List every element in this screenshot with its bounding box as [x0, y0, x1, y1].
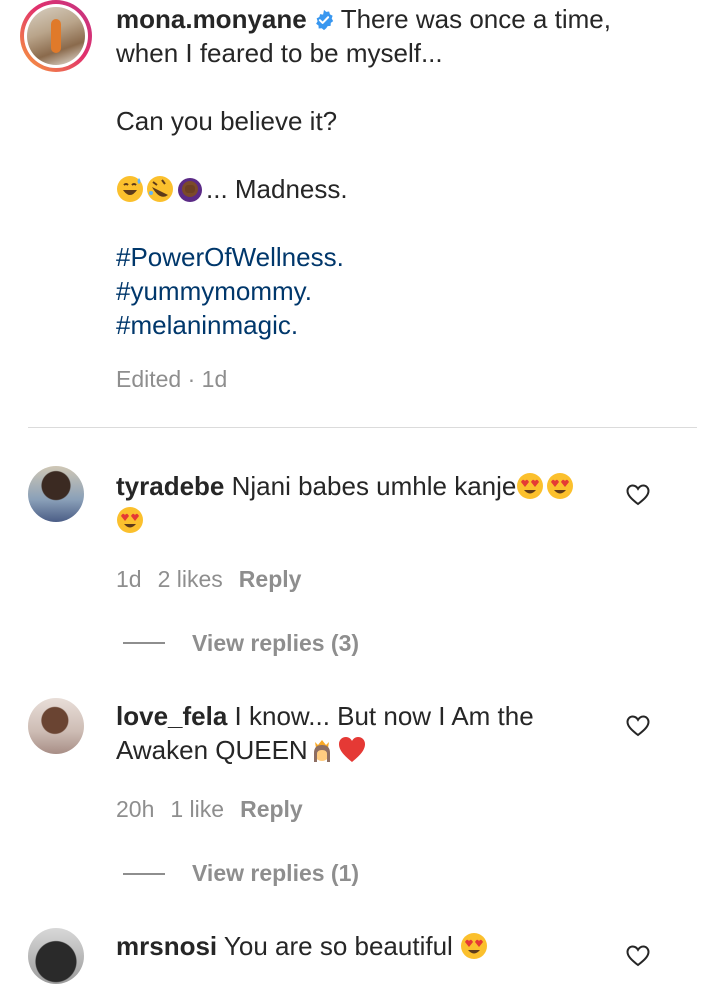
- heart-eyes-emoji-icon: [517, 473, 544, 499]
- comment-username[interactable]: mrsnosi: [116, 931, 217, 961]
- heart-eyes-emoji-icon: [461, 933, 488, 959]
- red-heart-emoji-icon: [338, 737, 365, 762]
- comment-likes[interactable]: 1 like: [170, 796, 224, 822]
- queen-emoji-icon: [313, 740, 330, 762]
- divider: [28, 427, 697, 428]
- verified-badge-icon: [315, 9, 333, 31]
- view-replies-button[interactable]: View replies (3): [192, 630, 359, 657]
- comment-text: Awaken QUEEN: [116, 735, 308, 765]
- comment-text: You are so beautiful: [223, 931, 453, 961]
- caption-line: Can you believe it?: [116, 106, 338, 136]
- caption-line: when I feared to be myself...: [116, 38, 443, 68]
- comment-meta: 20h 1 like Reply: [116, 796, 319, 823]
- rofl-emoji-icon: [147, 176, 173, 202]
- comment-username[interactable]: tyradebe: [116, 471, 224, 501]
- comment-body: love_fela I know... But now I Am the Awa…: [116, 699, 616, 767]
- grinning-sweat-emoji-icon: [117, 176, 143, 202]
- comment-text: Njani babes umhle kanje: [231, 471, 517, 501]
- caption-meta: Edited · 1d: [116, 366, 228, 392]
- replies-divider: [123, 642, 165, 644]
- comment-text: I know... But now I Am the: [234, 701, 534, 731]
- heart-outline-icon[interactable]: [626, 484, 650, 506]
- comment-time: 20h: [116, 796, 155, 822]
- comment-body: tyradebe Njani babes umhle kanje: [116, 469, 616, 537]
- hashtag-link[interactable]: #PowerOfWellness.: [116, 240, 676, 274]
- heart-outline-icon[interactable]: [626, 715, 650, 737]
- facepalm-emoji-icon: [178, 178, 202, 202]
- caption-username[interactable]: mona.monyane: [116, 4, 307, 34]
- heart-outline-icon[interactable]: [626, 945, 650, 967]
- comment-likes[interactable]: 2 likes: [158, 566, 223, 592]
- reply-button[interactable]: Reply: [240, 796, 303, 822]
- comment-meta: 1d 2 likes Reply: [116, 566, 317, 593]
- comment-avatar[interactable]: [28, 928, 84, 984]
- heart-eyes-emoji-icon: [547, 473, 574, 499]
- post-caption: mona.monyane There was once a time, when…: [116, 2, 676, 342]
- caption-line: ... Madness.: [206, 174, 348, 204]
- caption-line: There was once a time,: [340, 4, 611, 34]
- reply-button[interactable]: Reply: [239, 566, 302, 592]
- view-replies-button[interactable]: View replies (1): [192, 860, 359, 887]
- comment-avatar[interactable]: [28, 698, 84, 754]
- hashtag-link[interactable]: #melaninmagic.: [116, 308, 676, 342]
- hashtag-link[interactable]: #yummymommy.: [116, 274, 676, 308]
- comment-body: mrsnosi You are so beautiful: [116, 929, 616, 963]
- replies-divider: [123, 873, 165, 875]
- comment-username[interactable]: love_fela: [116, 701, 227, 731]
- caption-author-avatar[interactable]: [20, 0, 92, 72]
- comment-time: 1d: [116, 566, 142, 592]
- heart-eyes-emoji-icon: [117, 507, 143, 533]
- comment-avatar[interactable]: [28, 466, 84, 522]
